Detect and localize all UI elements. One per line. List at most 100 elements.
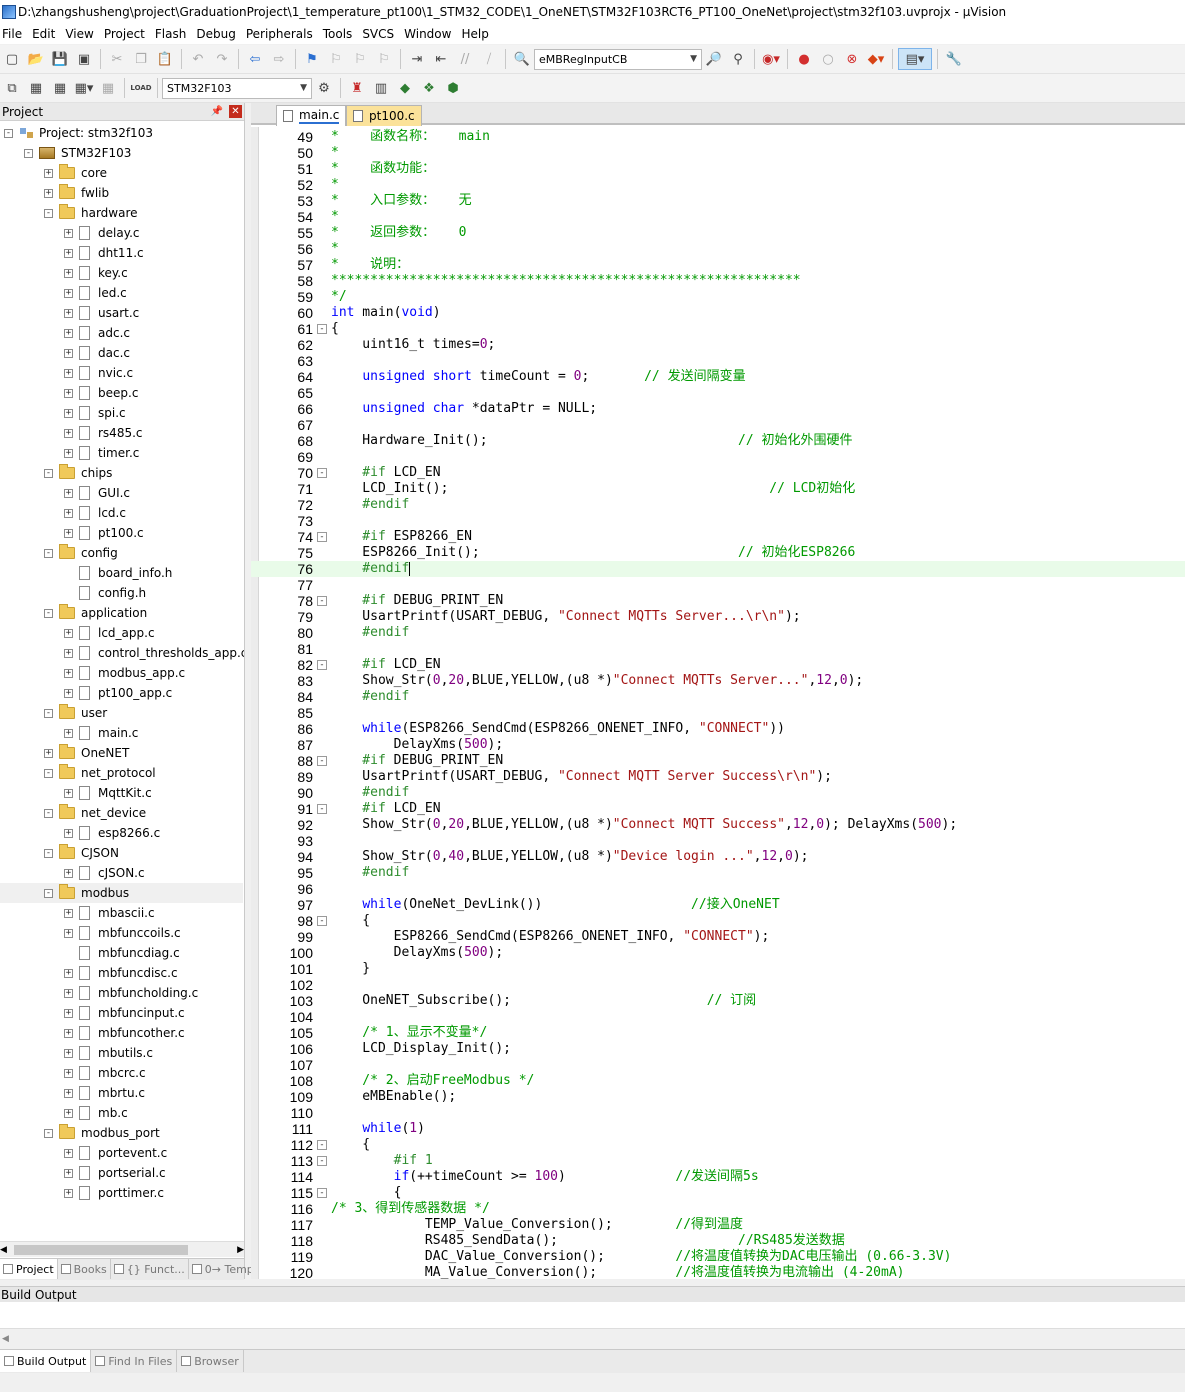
configuration-wrench-icon[interactable]: 🔧 xyxy=(943,48,965,70)
tree-node-file[interactable]: + portevent.c xyxy=(64,1143,167,1163)
redo-icon[interactable]: ↷ xyxy=(211,48,233,70)
find-combo[interactable]: eMBRegInputCB ▼ xyxy=(534,48,702,70)
panel-tab-2[interactable]: {} Funct... xyxy=(111,1259,189,1279)
tree-node-target[interactable]: - STM32F103 xyxy=(24,143,131,163)
tree-node-file[interactable]: + mbfuncdisc.c xyxy=(64,963,178,983)
expand-icon[interactable]: + xyxy=(64,328,73,338)
expand-icon[interactable]: + xyxy=(64,268,73,278)
tree-node-folder[interactable]: + OneNET xyxy=(44,743,129,763)
tree-node-folder[interactable]: - application xyxy=(44,603,147,623)
expand-icon[interactable]: + xyxy=(64,1048,73,1058)
tree-node-file[interactable]: + dht11.c xyxy=(64,243,144,263)
tree-node-folder[interactable]: - CJSON xyxy=(44,843,119,863)
expand-icon[interactable]: + xyxy=(64,688,73,698)
expand-icon[interactable]: + xyxy=(64,648,73,658)
menu-file[interactable]: File xyxy=(0,27,30,41)
tree-node-file[interactable]: + dac.c xyxy=(64,343,130,363)
tree-node-file[interactable]: + lcd_app.c xyxy=(64,623,155,643)
tree-node-file[interactable]: + control_thresholds_app.c xyxy=(64,643,244,663)
expand-icon[interactable]: + xyxy=(64,528,73,538)
tree-node-file[interactable]: + MqttKit.c xyxy=(64,783,152,803)
tree-node-project[interactable]: - Project: stm32f103 xyxy=(4,123,153,143)
tree-node-file[interactable]: + main.c xyxy=(64,723,138,743)
manage-components-icon[interactable]: ♜ xyxy=(346,77,368,99)
expand-icon[interactable]: + xyxy=(44,748,53,758)
menu-debug[interactable]: Debug xyxy=(194,27,243,41)
tree-node-folder[interactable]: - net_protocol xyxy=(44,763,156,783)
fold-toggle-icon[interactable]: - xyxy=(317,660,327,670)
tree-node-file[interactable]: + timer.c xyxy=(64,443,139,463)
fold-toggle-icon[interactable]: - xyxy=(317,468,327,478)
fold-toggle-icon[interactable]: - xyxy=(317,916,327,926)
expand-icon[interactable]: + xyxy=(64,1088,73,1098)
bookmark-icon[interactable]: ⚑ xyxy=(301,48,323,70)
output-tab-browser[interactable]: Browser xyxy=(177,1350,244,1372)
expand-icon[interactable]: + xyxy=(64,408,73,418)
find-in-files-icon[interactable]: 🔍 xyxy=(511,48,533,70)
scrollbar-thumb[interactable] xyxy=(14,1245,188,1255)
tree-node-folder[interactable]: + core xyxy=(44,163,107,183)
expand-icon[interactable]: + xyxy=(64,368,73,378)
incremental-find-icon[interactable]: ⚲ xyxy=(727,48,749,70)
undo-icon[interactable]: ↶ xyxy=(187,48,209,70)
fold-toggle-icon[interactable]: - xyxy=(317,756,327,766)
output-tab-build-output[interactable]: Build Output xyxy=(0,1350,92,1372)
expand-icon[interactable]: + xyxy=(64,668,73,678)
expand-icon[interactable]: + xyxy=(64,828,73,838)
comment-icon[interactable]: // xyxy=(454,48,476,70)
tree-node-file[interactable]: + pt100_app.c xyxy=(64,683,172,703)
panel-tab-0[interactable]: Project xyxy=(0,1259,58,1279)
expand-icon[interactable]: + xyxy=(64,968,73,978)
tree-node-file[interactable]: + mbrtu.c xyxy=(64,1083,145,1103)
tree-node-file[interactable]: config.h xyxy=(64,583,146,603)
navigate-forward-icon[interactable]: ⇨ xyxy=(268,48,290,70)
menu-help[interactable]: Help xyxy=(459,27,496,41)
batch-build-icon[interactable]: ▦▾ xyxy=(73,77,95,99)
close-icon[interactable]: ✕ xyxy=(229,105,242,118)
expand-icon[interactable]: + xyxy=(64,628,73,638)
expand-icon[interactable]: + xyxy=(64,1028,73,1038)
menu-tools[interactable]: Tools xyxy=(321,27,361,41)
paste-icon[interactable]: 📋 xyxy=(154,48,176,70)
tree-node-file[interactable]: board_info.h xyxy=(64,563,172,583)
tree-node-file[interactable]: + delay.c xyxy=(64,223,140,243)
tree-node-file[interactable]: + mbutils.c xyxy=(64,1043,153,1063)
target-options-icon[interactable]: ⚙ xyxy=(313,77,335,99)
tree-node-file[interactable]: mbfuncdiag.c xyxy=(64,943,180,963)
tree-node-file[interactable]: + mbfuncholding.c xyxy=(64,983,198,1003)
menu-flash[interactable]: Flash xyxy=(153,27,194,41)
expand-icon[interactable]: + xyxy=(64,1008,73,1018)
expand-icon[interactable]: + xyxy=(44,168,53,178)
tree-node-file[interactable]: + GUI.c xyxy=(64,483,130,503)
find-icon[interactable]: 🔎 xyxy=(703,48,725,70)
tree-node-folder[interactable]: + fwlib xyxy=(44,183,109,203)
tree-node-file[interactable]: + usart.c xyxy=(64,303,139,323)
tree-node-file[interactable]: + beep.c xyxy=(64,383,138,403)
save-all-icon[interactable]: ▣ xyxy=(73,48,95,70)
tree-node-file[interactable]: + cJSON.c xyxy=(64,863,145,883)
breakpoint-icon[interactable]: ● xyxy=(793,48,815,70)
expand-icon[interactable]: + xyxy=(64,508,73,518)
expand-icon[interactable]: + xyxy=(64,488,73,498)
fold-toggle-icon[interactable]: - xyxy=(317,1188,327,1198)
project-tree-scrollbar[interactable]: ◀ ▶ xyxy=(0,1241,244,1257)
select-software-packs-icon[interactable]: ⬢ xyxy=(442,77,464,99)
fold-toggle-icon[interactable]: - xyxy=(317,1140,327,1150)
navigate-back-icon[interactable]: ⇦ xyxy=(244,48,266,70)
fold-toggle-icon[interactable]: - xyxy=(317,532,327,542)
open-file-icon[interactable]: 📂 xyxy=(25,48,47,70)
tree-node-file[interactable]: + led.c xyxy=(64,283,127,303)
expand-icon[interactable]: + xyxy=(64,248,73,258)
expand-icon[interactable]: + xyxy=(64,1148,73,1158)
tree-node-file[interactable]: + porttimer.c xyxy=(64,1183,164,1203)
collapse-icon[interactable]: - xyxy=(44,848,53,858)
expand-icon[interactable]: + xyxy=(64,988,73,998)
expand-icon[interactable]: + xyxy=(64,348,73,358)
fold-toggle-icon[interactable]: - xyxy=(317,324,327,334)
expand-icon[interactable]: + xyxy=(64,428,73,438)
rebuild-icon[interactable]: ▦ xyxy=(49,77,71,99)
tree-node-folder[interactable]: - config xyxy=(44,543,118,563)
menu-view[interactable]: View xyxy=(63,27,101,41)
tree-node-file[interactable]: + key.c xyxy=(64,263,128,283)
collapse-icon[interactable]: - xyxy=(44,808,53,818)
